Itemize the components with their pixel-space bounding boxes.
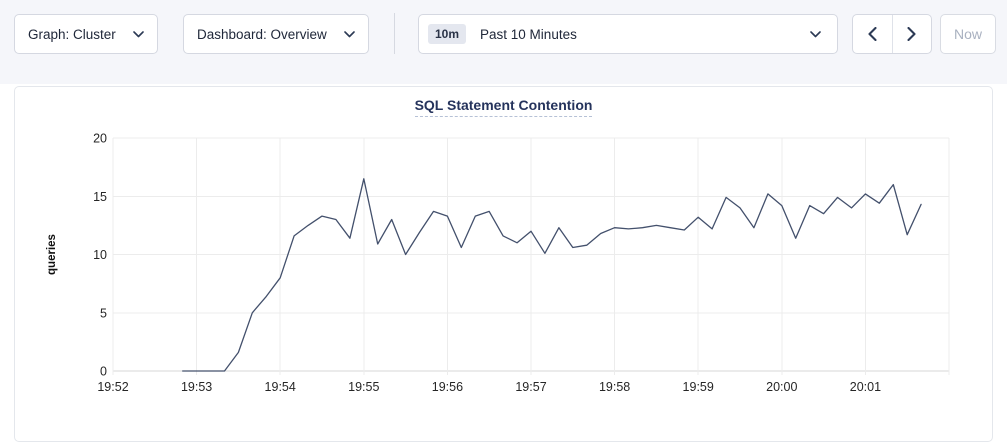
time-next-button[interactable] (892, 15, 932, 53)
time-range-picker[interactable]: 10m Past 10 Minutes (418, 14, 838, 54)
chevron-down-icon (810, 31, 821, 38)
chevron-right-icon (907, 27, 916, 41)
svg-text:20: 20 (93, 132, 107, 146)
toolbar: Graph: Cluster Dashboard: Overview 10m P… (0, 0, 1007, 84)
svg-text:19:55: 19:55 (348, 380, 379, 394)
svg-text:19:56: 19:56 (432, 380, 463, 394)
graph-dropdown-label: Graph: Cluster (28, 27, 116, 42)
svg-text:20:00: 20:00 (766, 380, 797, 394)
dashboard-dropdown[interactable]: Dashboard: Overview (183, 14, 369, 54)
graph-dropdown[interactable]: Graph: Cluster (14, 14, 158, 54)
now-button[interactable]: Now (940, 14, 996, 54)
svg-text:queries: queries (46, 234, 58, 275)
chart-card: SQL Statement Contention 0510152019:5219… (14, 86, 993, 442)
svg-text:10: 10 (93, 248, 107, 262)
toolbar-divider (394, 13, 395, 54)
svg-text:19:54: 19:54 (265, 380, 296, 394)
time-range-label: Past 10 Minutes (480, 27, 810, 42)
svg-text:19:58: 19:58 (599, 380, 630, 394)
svg-text:19:59: 19:59 (683, 380, 714, 394)
time-step-button-group (852, 14, 932, 54)
svg-text:5: 5 (100, 306, 107, 320)
svg-text:15: 15 (93, 190, 107, 204)
chevron-left-icon (868, 27, 877, 41)
sql-contention-line-chart: 0 5 10 15 20 19:52 19:53 19:54 19:55 19:56 19:57 19… (15, 87, 994, 417)
svg-text:19:52: 19:52 (97, 380, 128, 394)
svg-text:20:01: 20:01 (850, 380, 881, 394)
time-prev-button[interactable] (853, 15, 892, 53)
chevron-down-icon (344, 31, 355, 38)
time-range-badge: 10m (428, 24, 466, 44)
chevron-down-icon (133, 31, 144, 38)
svg-text:0: 0 (100, 365, 107, 379)
svg-text:19:57: 19:57 (515, 380, 546, 394)
dashboard-dropdown-label: Dashboard: Overview (197, 27, 327, 42)
svg-text:19:53: 19:53 (181, 380, 212, 394)
